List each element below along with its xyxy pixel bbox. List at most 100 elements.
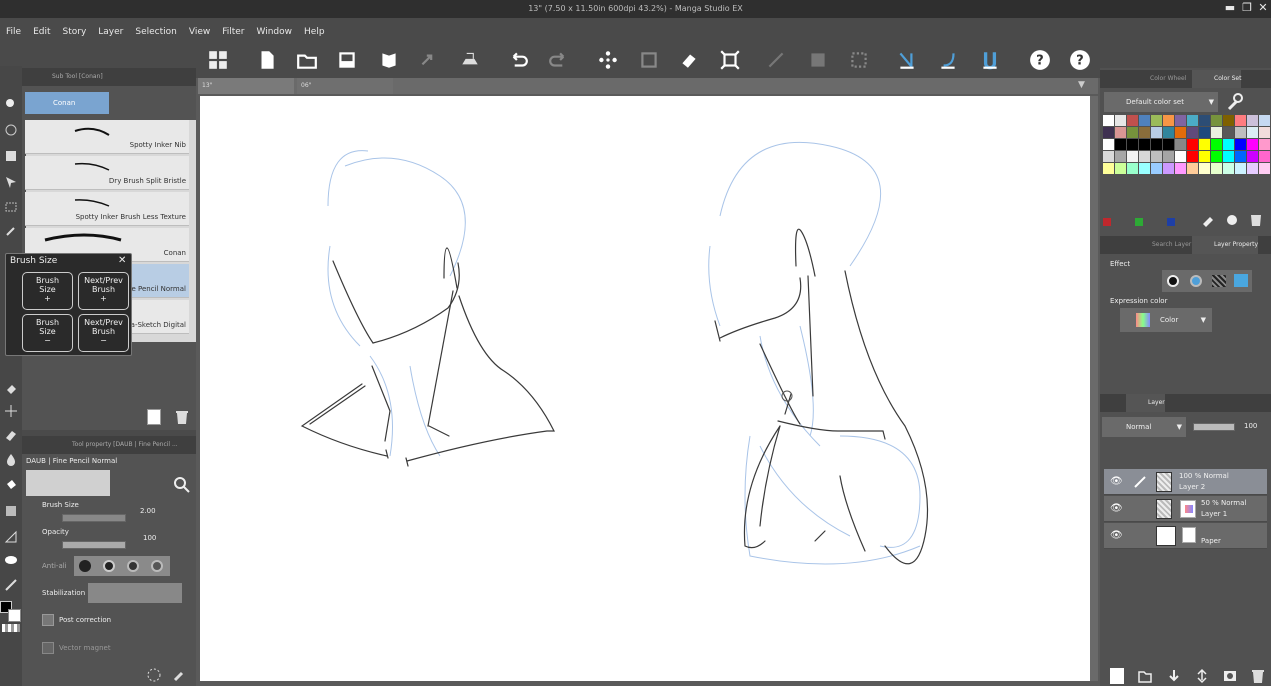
- eraser-icon[interactable]: [676, 48, 702, 72]
- color-swatch[interactable]: [1163, 139, 1174, 150]
- opacity-slider[interactable]: [62, 541, 126, 549]
- menu-window[interactable]: Window: [251, 22, 299, 42]
- layer-mask-icon[interactable]: [1222, 668, 1238, 684]
- color-swatch[interactable]: [1247, 139, 1258, 150]
- color-swatch[interactable]: [1139, 151, 1150, 162]
- snap-grid-icon[interactable]: [977, 48, 1003, 72]
- color-set-dropdown[interactable]: Default color set ▼: [1104, 92, 1218, 112]
- color-swatch[interactable]: [1127, 115, 1138, 126]
- color-swatch[interactable]: [1127, 139, 1138, 150]
- color-swatch[interactable]: [1211, 127, 1222, 138]
- grid-toggle-icon[interactable]: [846, 48, 872, 72]
- menu-view[interactable]: View: [183, 22, 216, 42]
- tabs-dropdown-icon[interactable]: ▼: [1078, 80, 1092, 92]
- menu-file[interactable]: File: [0, 22, 27, 42]
- color-swatch[interactable]: [1163, 127, 1174, 138]
- pen-tool-icon[interactable]: [2, 576, 20, 594]
- brush-item[interactable]: Spotty Inker Nib: [25, 120, 189, 154]
- tab-color-wheel[interactable]: Color Wheel: [1126, 70, 1186, 88]
- new-raster-layer-icon[interactable]: [1110, 668, 1124, 684]
- color-swatch[interactable]: [1223, 115, 1234, 126]
- color-swatch[interactable]: [1199, 139, 1210, 150]
- color-swatch[interactable]: [1223, 163, 1234, 174]
- antialias-selector[interactable]: [74, 556, 170, 576]
- settings-wrench-icon[interactable]: [172, 667, 188, 683]
- color-swatch[interactable]: [1151, 139, 1162, 150]
- operation-tool-icon[interactable]: [2, 173, 20, 191]
- undo-icon[interactable]: [505, 48, 531, 72]
- stabilization-selector[interactable]: [88, 583, 182, 603]
- minimize-icon[interactable]: ▬: [1223, 1, 1237, 15]
- document-tab[interactable]: 13": [198, 78, 294, 94]
- magic-wand-icon[interactable]: [2, 222, 20, 240]
- color-swatch[interactable]: [1187, 163, 1198, 174]
- color-swatch[interactable]: [1127, 151, 1138, 162]
- color-swatch[interactable]: [1103, 151, 1114, 162]
- zoom-tool-icon[interactable]: [2, 95, 20, 113]
- visibility-eye-icon[interactable]: 👁: [1110, 476, 1123, 487]
- color-swatch[interactable]: [1115, 151, 1126, 162]
- hatch-icon[interactable]: [805, 48, 831, 72]
- color-swatch[interactable]: [1247, 115, 1258, 126]
- color-swatch[interactable]: [1247, 151, 1258, 162]
- maximize-icon[interactable]: ❐: [1240, 1, 1254, 15]
- color-swatch[interactable]: [1247, 127, 1258, 138]
- marquee-tool-icon[interactable]: [2, 198, 20, 216]
- reset-icon[interactable]: [146, 667, 162, 683]
- layer-opacity-value[interactable]: 100: [1244, 422, 1257, 430]
- color-swatch[interactable]: [1103, 127, 1114, 138]
- color-swatch[interactable]: [1115, 139, 1126, 150]
- brush-item[interactable]: Spotty Inker Brush Less Texture: [25, 192, 189, 226]
- vector-magnet-checkbox[interactable]: [42, 642, 54, 654]
- vertical-scrollbar[interactable]: [1090, 96, 1098, 681]
- close-icon[interactable]: ✕: [1256, 1, 1270, 15]
- dots-icon[interactable]: [595, 48, 621, 72]
- transfer-icon[interactable]: [1194, 668, 1210, 684]
- color-swatch[interactable]: [1151, 163, 1162, 174]
- color-swatch[interactable]: [1175, 163, 1186, 174]
- menu-edit[interactable]: Edit: [27, 22, 56, 42]
- swatch-blue[interactable]: [1167, 218, 1175, 226]
- color-swatch[interactable]: [1115, 115, 1126, 126]
- color-swatch[interactable]: [1163, 115, 1174, 126]
- help-icon[interactable]: ?: [1027, 48, 1053, 72]
- color-swatch[interactable]: [1211, 115, 1222, 126]
- snap-ruler-icon[interactable]: [894, 48, 920, 72]
- color-swatch[interactable]: [1187, 115, 1198, 126]
- swatch-red[interactable]: [1103, 218, 1111, 226]
- new-subtool-icon[interactable]: [147, 409, 161, 425]
- transparent-color-swatch[interactable]: [2, 624, 20, 632]
- color-swatch[interactable]: [1151, 115, 1162, 126]
- tab-search-layer[interactable]: Search Layer: [1126, 236, 1191, 254]
- color-swatch[interactable]: [1115, 163, 1126, 174]
- layer-row[interactable]: 👁 Paper: [1104, 523, 1267, 549]
- balloon-tool-icon[interactable]: [2, 552, 20, 570]
- prev-brush-button[interactable]: Next/Prev Brush −: [78, 314, 129, 352]
- lasso-tool-icon[interactable]: [2, 121, 20, 139]
- transform-icon[interactable]: [636, 48, 662, 72]
- merge-down-icon[interactable]: [1166, 668, 1182, 684]
- color-swatch[interactable]: [1235, 139, 1246, 150]
- color-swatch[interactable]: [1259, 163, 1270, 174]
- color-swatch[interactable]: [1199, 163, 1210, 174]
- layer-row[interactable]: 👁 100 % Normal Layer 2: [1104, 469, 1267, 495]
- color-swatch[interactable]: [1259, 139, 1270, 150]
- color-swatch[interactable]: [1103, 163, 1114, 174]
- delete-subtool-icon[interactable]: [174, 409, 190, 425]
- drawing-canvas[interactable]: [200, 96, 1090, 681]
- selection-transform-icon[interactable]: [717, 48, 743, 72]
- blend-mode-dropdown[interactable]: Normal ▼: [1102, 417, 1186, 437]
- delete-layer-icon[interactable]: [1250, 668, 1266, 684]
- eraser-tool-icon[interactable]: [2, 426, 20, 444]
- color-swatch[interactable]: [1199, 151, 1210, 162]
- color-swatch[interactable]: [1247, 163, 1258, 174]
- opacity-value[interactable]: 100: [143, 534, 156, 542]
- color-swatch[interactable]: [1211, 151, 1222, 162]
- color-swatch[interactable]: [1163, 163, 1174, 174]
- color-swatch[interactable]: [1139, 127, 1150, 138]
- next-brush-button[interactable]: Next/Prev Brush +: [78, 272, 129, 310]
- color-swatch[interactable]: [1199, 127, 1210, 138]
- brush-size-decrease-button[interactable]: Brush Size −: [22, 314, 73, 352]
- move-tool-icon[interactable]: [2, 147, 20, 165]
- color-swatch[interactable]: [1175, 139, 1186, 150]
